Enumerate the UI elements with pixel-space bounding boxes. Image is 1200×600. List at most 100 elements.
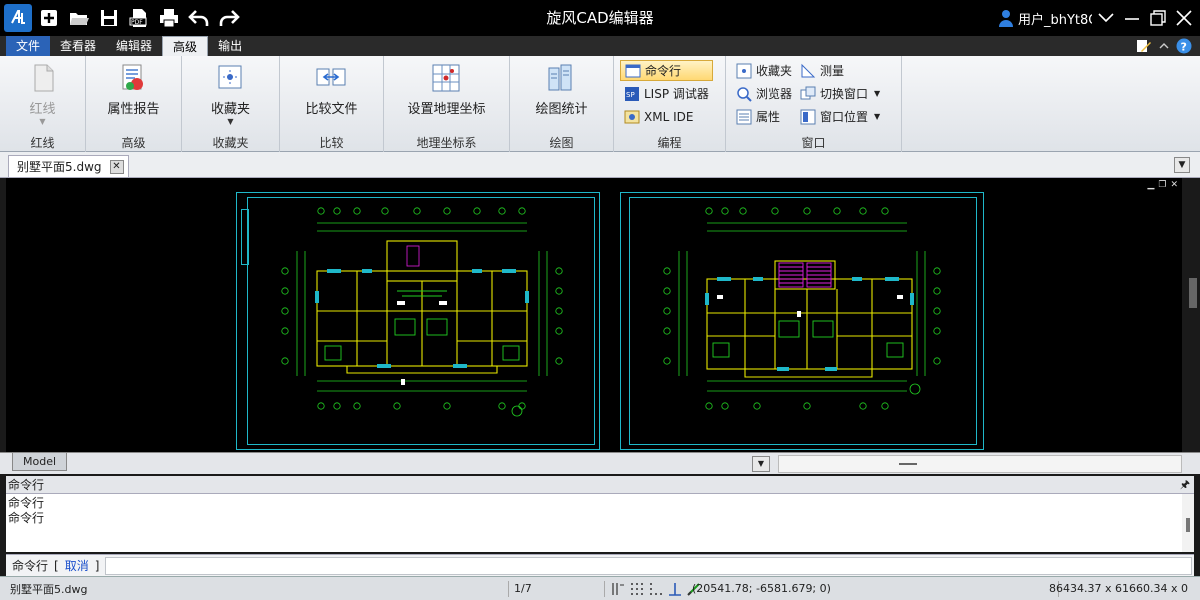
document-tab-close-icon[interactable]: ✕ (109, 159, 124, 174)
user-area: 用户_bhYt8O (998, 0, 1200, 36)
floor-plan-right (663, 207, 941, 410)
pdf-icon[interactable]: PDF (126, 5, 152, 31)
compare-files-icon (316, 68, 346, 86)
viewport-minimize-icon[interactable]: ▁ (1147, 180, 1154, 190)
group-redline: 红线 ▼ 红线 (0, 56, 86, 152)
xml-ide-button[interactable]: XML IDE (620, 106, 713, 127)
lisp-debugger-icon: SP (625, 86, 639, 101)
measure-label: 测量 (820, 64, 845, 78)
canvas-vertical-scrollbar[interactable] (1186, 178, 1200, 452)
status-toolbar (610, 581, 702, 597)
save-icon[interactable] (96, 5, 122, 31)
geo-grid-icon (432, 64, 460, 92)
title-bar: PDF 旋风CAD编辑器 用户_bhYt8O (0, 0, 1200, 36)
layout-dropdown-icon[interactable]: ▼ (752, 456, 770, 472)
polar-icon[interactable] (648, 581, 664, 597)
canvas-horizontal-scrollbar[interactable] (778, 455, 1182, 473)
browser-label: 浏览器 (756, 87, 793, 101)
canvas-horizontal-scroll-thumb[interactable] (899, 463, 917, 465)
pin-icon[interactable]: 🖈 (1180, 476, 1190, 494)
command-cancel-option[interactable]: 取消 (65, 557, 89, 574)
tab-viewer[interactable]: 查看器 (50, 36, 106, 56)
command-history-scroll-thumb[interactable] (1186, 518, 1190, 532)
redo-icon[interactable] (216, 5, 242, 31)
help-icon[interactable]: ? (1176, 38, 1192, 54)
ribbon-panel: 红线 ▼ 红线 属性报告 高级 收藏夹 ▼ 收藏夹 比较文件 比较 设置地理坐标… (0, 56, 1200, 152)
status-bar: 别墅平面5.dwg 1/7 (20541.78; -6581.679; 0) 8… (0, 576, 1200, 600)
new-file-icon[interactable] (36, 5, 62, 31)
model-tab[interactable]: Model (12, 453, 68, 471)
switch-window-dropdown-icon[interactable]: ▼ (874, 89, 880, 98)
compare-files-label: 比较文件 (305, 102, 358, 117)
restore-icon[interactable] (1146, 6, 1170, 30)
drawing-stats-button[interactable]: 绘图统计 (529, 62, 593, 117)
snap-icon[interactable] (610, 581, 626, 597)
user-name[interactable]: 用户_bhYt8O (1018, 9, 1092, 28)
viewport-restore-icon[interactable]: ❐ (1158, 180, 1166, 190)
open-folder-icon[interactable] (66, 5, 92, 31)
drawing-canvas[interactable]: ▁ ❐ ✕ (6, 178, 1182, 452)
compare-files-button[interactable]: 比较文件 (299, 62, 363, 117)
window-menu-chevron-icon[interactable] (1094, 6, 1118, 30)
set-geo-coords-button[interactable]: 设置地理坐标 (401, 62, 491, 117)
redline-button-label: 红线 (29, 102, 56, 117)
viewport-close-icon[interactable]: ✕ (1170, 180, 1178, 190)
collapse-ribbon-icon[interactable] (1158, 40, 1170, 52)
group-window: 收藏夹 浏览器 属性 测量 切换窗口 ▼ 窗口位置 ▼ 窗口 (726, 56, 902, 152)
floor-plan-left (281, 207, 563, 417)
lisp-debugger-button[interactable]: SP LISP 调试器 (620, 83, 713, 104)
property-report-icon (122, 64, 144, 90)
window-position-label: 窗口位置 (820, 110, 869, 124)
drawing-stats-icon (548, 64, 572, 91)
command-history-scrollbar[interactable] (1182, 494, 1194, 552)
redline-button[interactable]: 红线 ▼ (21, 62, 65, 126)
undo-icon[interactable] (186, 5, 212, 31)
status-divider (604, 581, 605, 597)
minimize-icon[interactable] (1120, 6, 1144, 30)
window-position-dropdown-icon[interactable]: ▼ (874, 112, 880, 121)
tab-advanced[interactable]: 高级 (162, 36, 209, 56)
document-tab[interactable]: 别墅平面5.dwg ✕ (8, 155, 129, 177)
app-logo-icon[interactable] (4, 4, 32, 32)
favorites-panel-button[interactable]: 收藏夹 (732, 60, 796, 81)
command-line-label: 命令行 (645, 64, 682, 78)
favorites-dropdown-icon: ▼ (227, 117, 234, 126)
command-option-bracket-open: [ (54, 558, 59, 573)
command-input[interactable] (105, 556, 1192, 575)
sheet-left-titleblock (241, 209, 249, 265)
group-drawing-label: 绘图 (549, 136, 574, 150)
window-position-button[interactable]: 窗口位置 ▼ (796, 106, 884, 127)
property-report-button[interactable]: 属性报告 (101, 62, 165, 117)
switch-window-button[interactable]: 切换窗口 ▼ (796, 83, 884, 104)
document-tabs-dropdown-icon[interactable]: ▼ (1174, 157, 1190, 173)
browser-button[interactable]: 浏览器 (732, 83, 796, 104)
tab-file[interactable]: 文件 (6, 36, 51, 56)
style-edit-icon[interactable] (1136, 38, 1152, 54)
grid-icon[interactable] (629, 581, 645, 597)
drawing-stats-label: 绘图统计 (535, 102, 588, 117)
command-line-button[interactable]: 命令行 (620, 60, 713, 81)
tab-editor[interactable]: 编辑器 (106, 36, 162, 56)
properties-button[interactable]: 属性 (732, 106, 796, 127)
viewport-controls: ▁ ❐ ✕ (1147, 180, 1178, 190)
status-drawing-size: 86434.37 x 61660.34 x 0 (1049, 582, 1188, 595)
close-icon[interactable] (1172, 6, 1196, 30)
document-tab-label: 别墅平面5.dwg (17, 160, 102, 174)
favorites-panel-icon (736, 63, 752, 78)
favorites-button[interactable]: 收藏夹 ▼ (205, 62, 256, 126)
group-compare-label: 比较 (319, 136, 344, 150)
command-history: 命令行 命令行 (6, 494, 1182, 552)
favorites-icon (218, 65, 242, 89)
command-option-bracket-close: ] (94, 558, 100, 573)
print-icon[interactable] (156, 5, 182, 31)
measure-button[interactable]: 测量 (796, 60, 884, 81)
canvas-vertical-scroll-thumb[interactable] (1189, 278, 1197, 308)
svg-text:SP: SP (626, 91, 635, 99)
document-tab-bar: 别墅平面5.dwg ✕ ▼ (0, 152, 1200, 178)
ortho-icon[interactable] (667, 581, 683, 597)
switch-window-label: 切换窗口 (820, 87, 869, 101)
user-icon[interactable] (998, 9, 1014, 27)
measure-icon (801, 63, 816, 77)
tab-output[interactable]: 输出 (208, 36, 252, 56)
property-report-label: 属性报告 (107, 102, 160, 117)
